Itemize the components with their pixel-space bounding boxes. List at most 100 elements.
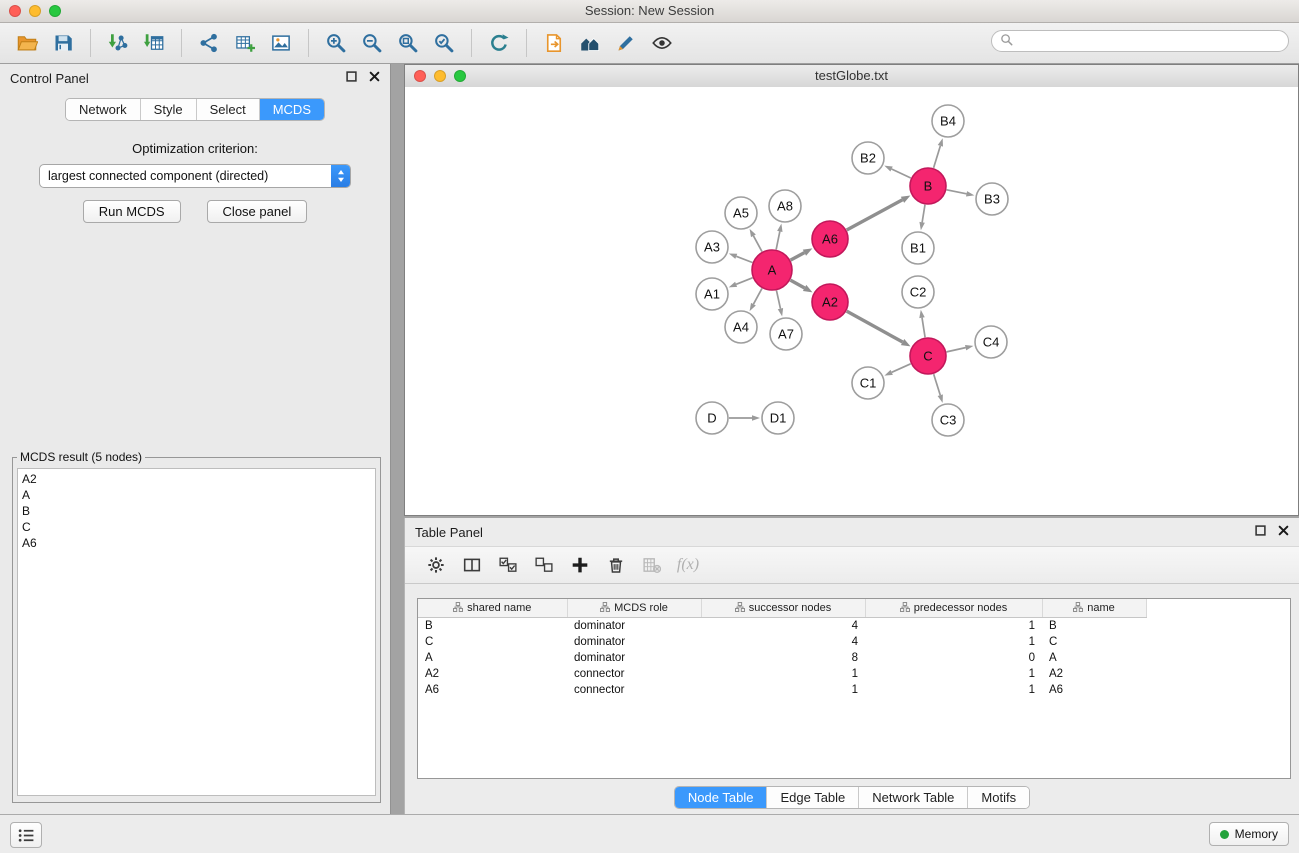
node-table-container[interactable]: shared nameMCDS rolesuccessor nodesprede… [417, 598, 1291, 779]
import-network-icon[interactable] [100, 27, 136, 59]
table-cell[interactable]: A2 [1042, 666, 1146, 682]
column-sort-icon[interactable] [1073, 602, 1083, 615]
run-mcds-button[interactable]: Run MCDS [83, 200, 181, 223]
memory-button[interactable]: Memory [1209, 822, 1289, 846]
table-cell[interactable]: dominator [567, 618, 701, 635]
table-row[interactable]: Cdominator41C [418, 634, 1146, 650]
tab-network-table[interactable]: Network Table [858, 787, 967, 808]
column-sort-icon[interactable] [900, 602, 910, 615]
tab-mcds[interactable]: MCDS [259, 99, 324, 120]
table-cell[interactable]: B [418, 618, 567, 635]
network-window-titlebar[interactable]: testGlobe.txt [405, 65, 1298, 88]
mcds-result-item[interactable]: A6 [22, 535, 375, 551]
table-cell[interactable]: 8 [701, 650, 865, 666]
column-sort-icon[interactable] [600, 602, 610, 615]
network-edge[interactable] [736, 278, 752, 285]
float-panel-icon[interactable] [346, 71, 357, 82]
network-edge[interactable] [922, 318, 925, 338]
tab-node-table[interactable]: Node Table [675, 787, 767, 808]
close-panel-button[interactable]: Close panel [207, 200, 308, 223]
zoom-out-icon[interactable] [354, 27, 390, 59]
table-cell[interactable]: connector [567, 682, 701, 698]
network-edge[interactable] [892, 169, 911, 178]
network-edge[interactable] [776, 231, 780, 249]
column-header-predecessor-nodes[interactable]: predecessor nodes [865, 599, 1042, 618]
column-settings-icon[interactable] [457, 551, 487, 579]
close-panel-icon[interactable] [369, 71, 380, 82]
table-cell[interactable]: A6 [1042, 682, 1146, 698]
table-cell[interactable]: 1 [701, 682, 865, 698]
table-cell[interactable]: A2 [418, 666, 567, 682]
tab-edge-table[interactable]: Edge Table [766, 787, 858, 808]
table-cell[interactable]: 1 [865, 666, 1042, 682]
column-sort-icon[interactable] [453, 602, 463, 615]
mcds-result-item[interactable]: A [22, 487, 375, 503]
tab-style[interactable]: Style [140, 99, 196, 120]
zoom-selected-icon[interactable] [426, 27, 462, 59]
tab-network[interactable]: Network [66, 99, 140, 120]
table-cell[interactable]: 1 [865, 634, 1042, 650]
optimization-criterion-dropdown[interactable]: largest connected component (directed) [39, 164, 351, 188]
mcds-result-item[interactable]: C [22, 519, 375, 535]
deselect-all-icon[interactable] [529, 551, 559, 579]
annotation-icon[interactable] [608, 27, 644, 59]
table-cell[interactable]: 0 [865, 650, 1042, 666]
table-cell[interactable]: A [418, 650, 567, 666]
column-header-mcds-role[interactable]: MCDS role [567, 599, 701, 618]
export-network-icon[interactable] [536, 27, 572, 59]
network-edge[interactable] [776, 291, 780, 309]
table-row[interactable]: A6connector11A6 [418, 682, 1146, 698]
network-edge[interactable] [947, 348, 966, 352]
close-table-panel-icon[interactable] [1278, 525, 1289, 536]
table-row[interactable]: Adominator80A [418, 650, 1146, 666]
search-input[interactable] [1018, 33, 1280, 49]
table-cell[interactable]: A6 [418, 682, 567, 698]
select-all-icon[interactable] [493, 551, 523, 579]
network-edge[interactable] [847, 200, 903, 230]
table-cell[interactable]: 4 [701, 618, 865, 635]
network-edge[interactable] [753, 236, 762, 252]
network-edge[interactable] [892, 364, 911, 373]
home-icon[interactable] [572, 27, 608, 59]
open-session-icon[interactable] [9, 27, 45, 59]
table-cell[interactable]: C [418, 634, 567, 650]
table-cell[interactable]: dominator [567, 634, 701, 650]
eye-icon[interactable] [644, 27, 680, 59]
zoom-fit-icon[interactable] [390, 27, 426, 59]
gear-icon[interactable] [421, 551, 451, 579]
table-cell[interactable]: 1 [701, 666, 865, 682]
refresh-icon[interactable] [481, 27, 517, 59]
column-header-name[interactable]: name [1042, 599, 1146, 618]
network-edge[interactable] [736, 256, 752, 262]
network-edge[interactable] [947, 190, 967, 194]
task-history-button[interactable] [10, 822, 42, 848]
column-sort-icon[interactable] [735, 602, 745, 615]
network-edge[interactable] [847, 311, 903, 342]
table-cell[interactable]: C [1042, 634, 1146, 650]
search-field[interactable] [991, 30, 1289, 52]
network-edge[interactable] [934, 146, 941, 168]
delete-row-icon[interactable] [601, 551, 631, 579]
network-edge[interactable] [791, 253, 805, 260]
column-header-shared-name[interactable]: shared name [418, 599, 567, 618]
add-row-icon[interactable] [565, 551, 595, 579]
table-cell[interactable]: dominator [567, 650, 701, 666]
export-image-icon[interactable] [263, 27, 299, 59]
mcds-result-item[interactable]: A2 [22, 471, 375, 487]
network-canvas[interactable]: B4B2BB3A5A8A6A3AB1A1A2C2A4A7C4CC1DD1C3 [405, 87, 1298, 515]
mcds-result-list[interactable]: A2ABCA6 [17, 468, 376, 796]
table-cell[interactable]: B [1042, 618, 1146, 635]
table-cell[interactable]: 4 [701, 634, 865, 650]
float-table-panel-icon[interactable] [1255, 525, 1266, 536]
tab-select[interactable]: Select [196, 99, 259, 120]
table-cell[interactable]: A [1042, 650, 1146, 666]
save-session-icon[interactable] [45, 27, 81, 59]
import-table-icon[interactable] [136, 27, 172, 59]
network-edge[interactable] [922, 205, 925, 223]
table-cell[interactable]: 1 [865, 618, 1042, 635]
mcds-result-item[interactable]: B [22, 503, 375, 519]
network-edge[interactable] [753, 288, 762, 304]
tab-motifs[interactable]: Motifs [967, 787, 1029, 808]
network-edge[interactable] [790, 280, 804, 288]
add-table-icon[interactable] [227, 27, 263, 59]
